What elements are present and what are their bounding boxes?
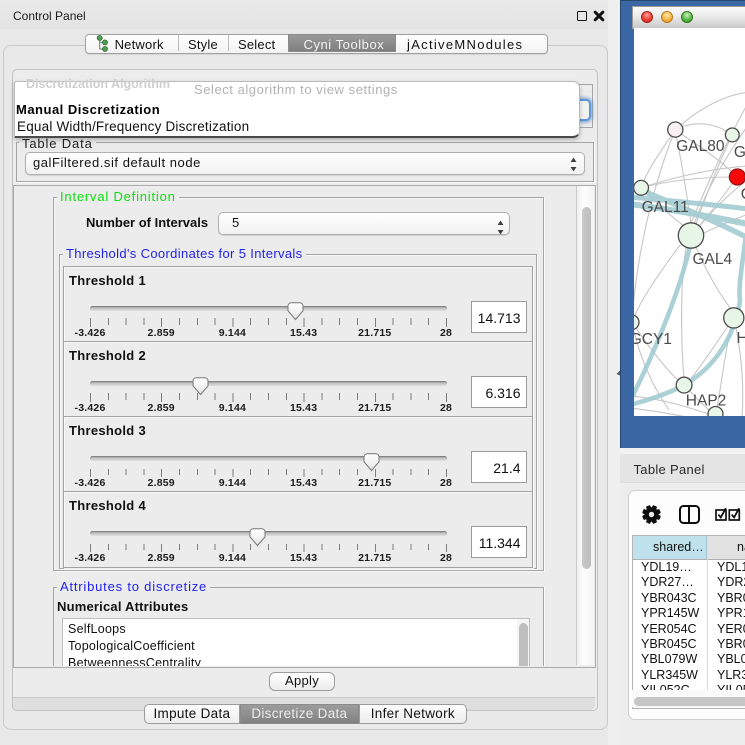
svg-text:GCY1: GCY1 — [634, 331, 672, 348]
svg-text:GAL11: GAL11 — [642, 199, 689, 216]
svg-text:HAP2: HAP2 — [686, 393, 727, 410]
svg-text:G: G — [741, 186, 745, 203]
svg-text:GAL80: GAL80 — [676, 138, 725, 155]
svg-text:GA: GA — [734, 144, 745, 161]
svg-text:H: H — [737, 330, 745, 347]
svg-text:GAL4: GAL4 — [693, 251, 733, 268]
